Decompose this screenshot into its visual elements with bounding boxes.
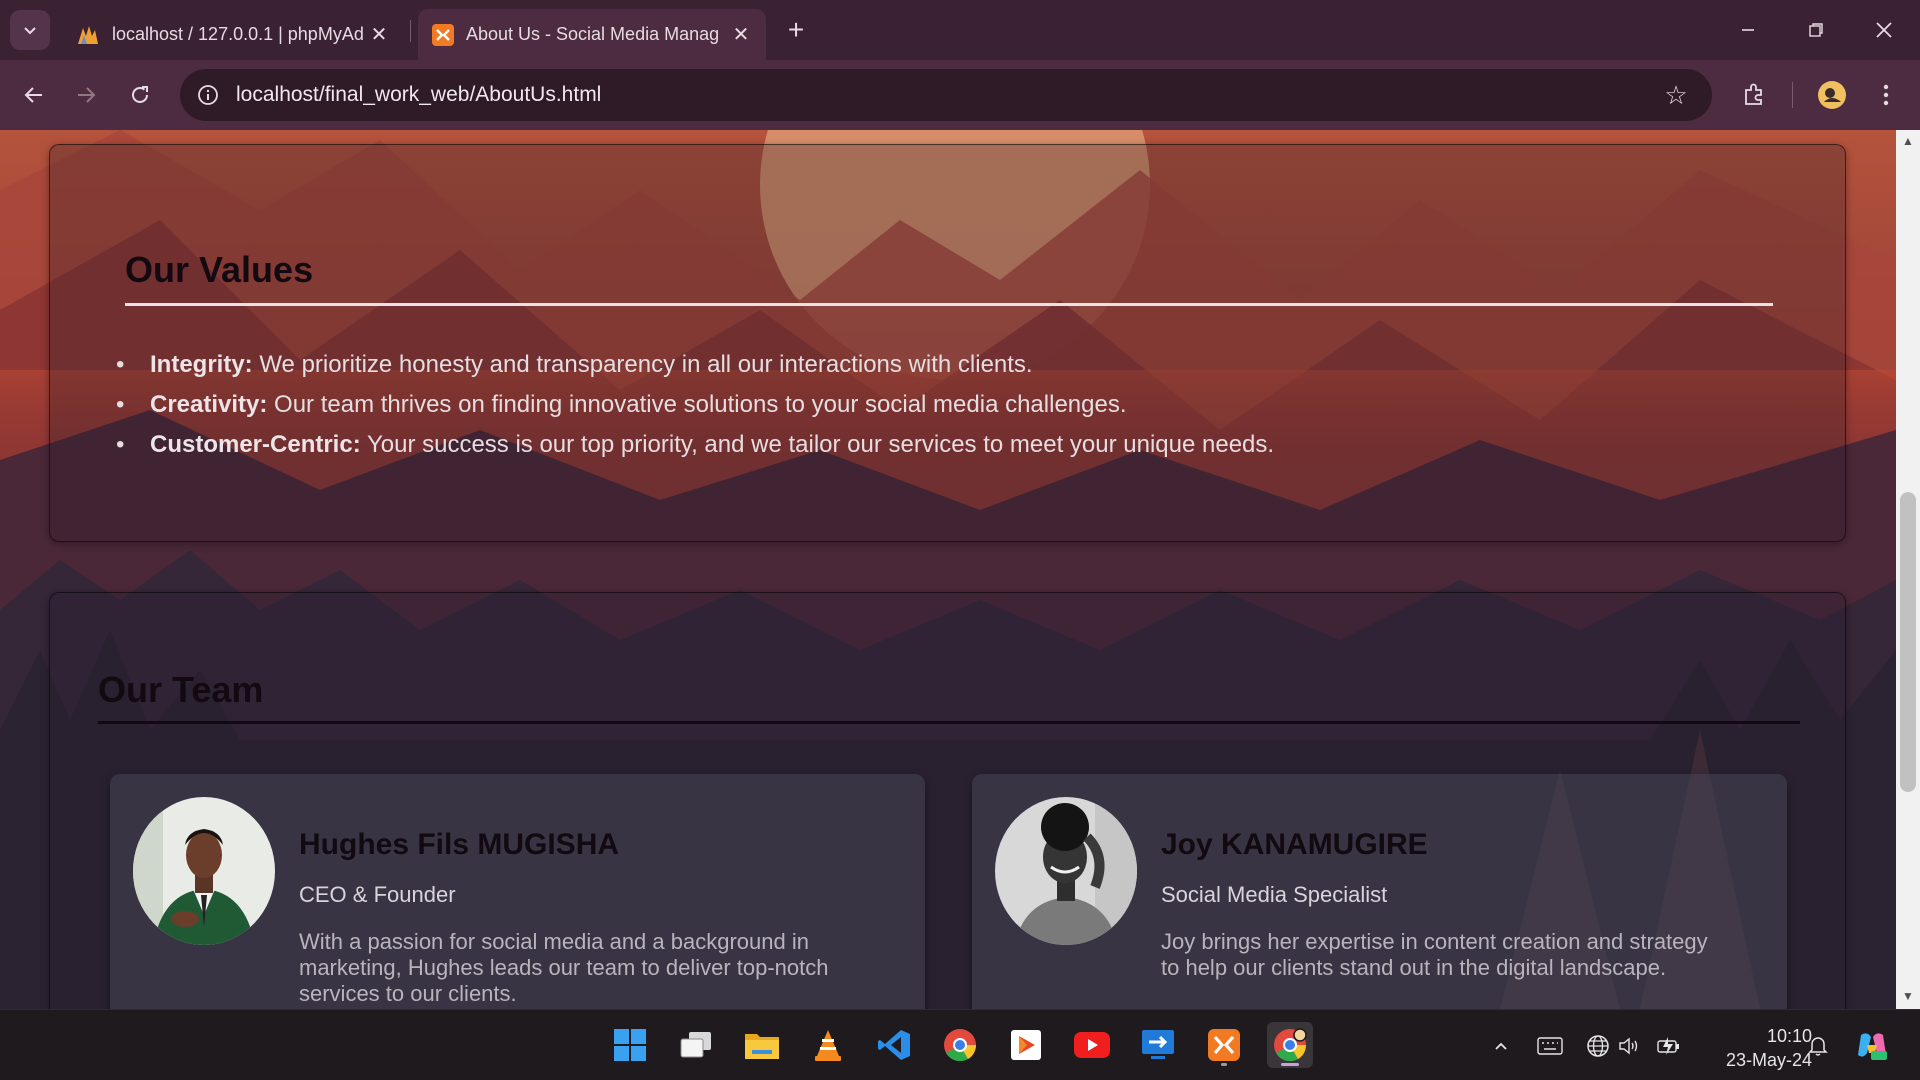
back-button[interactable]: [14, 75, 54, 115]
xampp-icon[interactable]: [1201, 1022, 1247, 1068]
value-label: Creativity:: [150, 391, 268, 418]
member-role: Social Media Specialist: [1161, 882, 1388, 907]
member-name: Hughes Fils MUGISHA: [299, 828, 620, 861]
address-bar[interactable]: localhost/final_work_web/AboutUs.html ☆: [180, 69, 1712, 121]
remote-desktop-icon[interactable]: [1135, 1022, 1181, 1068]
member-bio: Joy brings her expertise in content crea…: [1161, 929, 1708, 980]
member-name: Joy KANAMUGIRE: [1161, 828, 1428, 861]
value-item-integrity: Integrity: We prioritize honesty and tra…: [116, 345, 1274, 385]
windows-start-icon[interactable]: [607, 1022, 653, 1068]
reload-button[interactable]: [120, 75, 160, 115]
close-icon: [1876, 22, 1892, 38]
toolbar-separator: [1792, 82, 1793, 108]
notification-bell-icon[interactable]: [1802, 1030, 1834, 1062]
team-member-card: Hughes Fils MUGISHA CEO & Founder With a…: [110, 774, 925, 1009]
reload-icon: [132, 86, 148, 103]
values-heading: Our Values: [125, 249, 314, 290]
arrow-left-icon: [24, 87, 42, 103]
close-window-button[interactable]: [1856, 8, 1912, 52]
arrow-right-icon: [78, 87, 96, 103]
value-item-creativity: Creativity: Our team thrives on finding …: [116, 385, 1274, 425]
site-info-icon[interactable]: [194, 81, 222, 109]
system-clock[interactable]: 10:10 23-May-24: [1696, 1024, 1812, 1072]
value-text: Your success is our top priority, and we…: [360, 431, 1275, 458]
team-divider: [98, 721, 1800, 724]
show-hidden-icons-button[interactable]: [1486, 1030, 1516, 1062]
close-tab-icon[interactable]: ✕: [368, 24, 390, 46]
page-viewport: Our Values Integrity: We prioritize hone…: [0, 130, 1896, 1009]
chrome-profile-icon[interactable]: [1267, 1022, 1313, 1068]
minimize-button[interactable]: [1720, 8, 1776, 52]
clock-date: 23-May-24: [1725, 1050, 1812, 1070]
scroll-up-arrow-icon[interactable]: ▲: [1896, 134, 1920, 150]
tab-about-us[interactable]: About Us - Social Media Manag ✕: [418, 9, 766, 60]
scroll-down-arrow-icon[interactable]: ▼: [1896, 989, 1920, 1005]
running-indicator: [1221, 1063, 1227, 1066]
minimize-icon: [1742, 29, 1754, 31]
value-label: Customer-Centric:: [150, 431, 361, 458]
browser-toolbar: localhost/final_work_web/AboutUs.html ☆: [0, 60, 1920, 130]
bookmark-star-icon[interactable]: ☆: [1660, 79, 1692, 111]
team-heading: Our Team: [98, 669, 264, 710]
forward-button[interactable]: [66, 75, 106, 115]
tab-divider: [410, 20, 411, 42]
chevron-down-icon: [24, 27, 36, 35]
chevron-up-icon: [1495, 1042, 1507, 1050]
avatar: [133, 797, 275, 945]
url-text: localhost/final_work_web/AboutUs.html: [236, 83, 602, 106]
restore-button[interactable]: [1788, 8, 1844, 52]
youtube-icon[interactable]: [1069, 1022, 1115, 1068]
values-list: Integrity: We prioritize honesty and tra…: [116, 345, 1275, 465]
task-view-icon[interactable]: [673, 1022, 719, 1068]
scroll-thumb[interactable]: [1900, 492, 1916, 792]
value-text: We prioritize honesty and transparency i…: [252, 351, 1033, 378]
value-label: Integrity:: [150, 351, 253, 378]
clock-time: 10:10: [1766, 1026, 1812, 1046]
avatar-icon: [1818, 81, 1846, 109]
new-tab-button[interactable]: +: [780, 14, 812, 46]
file-explorer-icon[interactable]: [739, 1022, 785, 1068]
values-divider: [125, 303, 1773, 306]
close-tab-icon[interactable]: ✕: [730, 24, 752, 46]
profile-button[interactable]: [1812, 75, 1852, 115]
vlc-icon[interactable]: [805, 1022, 851, 1068]
value-text: Our team thrives on finding innovative s…: [267, 391, 1127, 418]
restore-icon: [1809, 23, 1823, 37]
windows-taskbar: 10:10 23-May-24: [0, 1009, 1920, 1080]
puzzle-icon: [1745, 83, 1762, 105]
vscode-icon[interactable]: [871, 1022, 917, 1068]
browser-menu-button[interactable]: [1866, 75, 1906, 115]
kebab-menu-icon: [1883, 84, 1889, 106]
extensions-button[interactable]: [1734, 75, 1774, 115]
tab-phpmyadmin[interactable]: localhost / 127.0.0.1 | phpMyAd ✕: [62, 9, 404, 60]
team-section: Our Team Hughes Fils MUGISHA CEO & Found…: [49, 592, 1846, 1009]
member-bio: With a passion for social media and a ba…: [299, 929, 829, 1006]
tab-title: About Us - Social Media Manag: [466, 24, 720, 44]
tab-search-button[interactable]: [10, 10, 50, 50]
volume-icon[interactable]: [1614, 1030, 1644, 1062]
avatar: [995, 797, 1137, 945]
network-globe-icon[interactable]: [1580, 1030, 1616, 1062]
keyboard-icon[interactable]: [1532, 1030, 1568, 1062]
copilot-icon[interactable]: [1852, 1030, 1892, 1062]
xampp-icon: [432, 23, 454, 46]
running-indicator: [1281, 1063, 1299, 1066]
browser-tab-strip: localhost / 127.0.0.1 | phpMyAd ✕ About …: [0, 0, 1920, 60]
member-role: CEO & Founder: [299, 882, 456, 907]
chrome-icon[interactable]: [937, 1022, 983, 1068]
media-player-icon[interactable]: [1003, 1022, 1049, 1068]
page-scrollbar[interactable]: ▲ ▼: [1896, 130, 1920, 1009]
tab-title: localhost / 127.0.0.1 | phpMyAd: [112, 24, 364, 44]
battery-charging-icon[interactable]: [1652, 1030, 1686, 1062]
value-item-customer-centric: Customer-Centric: Your success is our to…: [116, 425, 1275, 465]
phpmyadmin-icon: [78, 25, 98, 44]
values-section: Our Values Integrity: We prioritize hone…: [49, 144, 1846, 542]
team-member-card: Joy KANAMUGIRE Social Media Specialist J…: [972, 774, 1787, 1009]
